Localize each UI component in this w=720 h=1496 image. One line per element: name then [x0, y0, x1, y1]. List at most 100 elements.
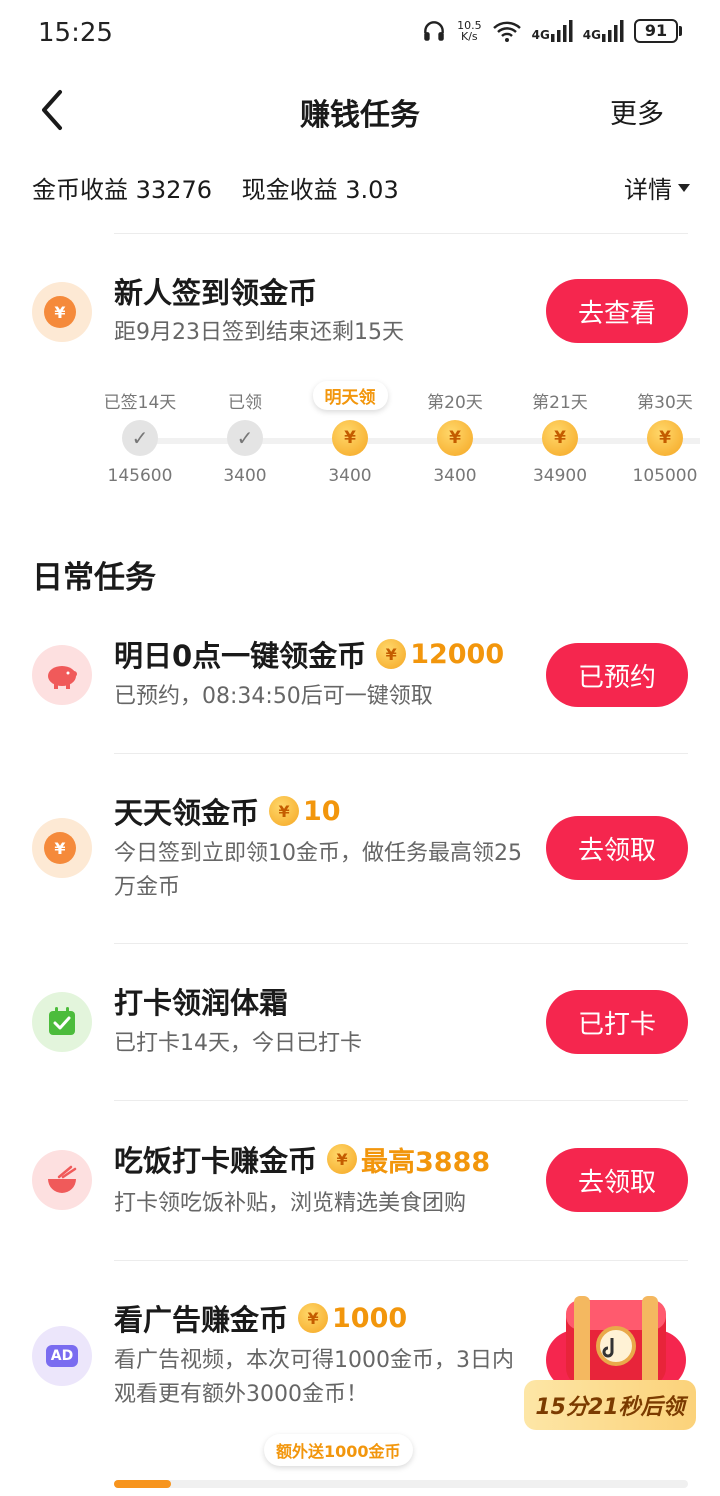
task-title: 看广告赚金币 ¥1000 — [114, 1297, 407, 1339]
reserved-button[interactable]: 已预约 — [546, 643, 688, 707]
claim-button[interactable]: 去领取 — [546, 816, 688, 880]
claim-button[interactable]: 去领取 — [546, 1148, 688, 1212]
view-signin-button[interactable]: 去查看 — [546, 279, 688, 343]
step-reward: 34900 — [532, 466, 588, 486]
signin-icon-wrap: ¥ — [32, 282, 92, 342]
signin-title: 新人签到领金币 — [114, 276, 318, 310]
headphones-icon — [424, 21, 444, 41]
task-title-text: 看广告赚金币 — [114, 1303, 289, 1337]
task-desc: 看广告视频，本次可得1000金币，3日内观看更有额外3000金币！ — [114, 1348, 514, 1407]
reward-tag: ¥12000 — [376, 639, 504, 670]
signin-step: 第21天 ¥34900 — [505, 388, 615, 486]
task-icon-wrap: ¥ — [32, 818, 92, 878]
task-desc: 已预约，08:34:50后可一键领取 — [114, 684, 433, 709]
signin-step: 已领 ✓ 3400 — [190, 388, 300, 486]
cash-earnings-label: 现金收益 — [241, 176, 338, 204]
caret-down-icon — [678, 183, 690, 192]
coin-icon: ¥ — [298, 1303, 329, 1333]
ad-progress-fill — [114, 1480, 172, 1488]
coin-earnings: 金币收益 33276 — [32, 170, 212, 205]
net-speed-unit: K/s — [461, 30, 478, 43]
status-time: 15:25 — [38, 18, 113, 48]
coin-icon: ¥ — [542, 420, 578, 456]
details-dropdown[interactable]: 详情 — [624, 170, 690, 205]
step-reward: 145600 — [107, 466, 173, 486]
coin-icon: ¥ — [437, 420, 473, 456]
divider — [114, 753, 688, 754]
task-title: 吃饭打卡赚金币 ¥ 最高3888 — [114, 1138, 490, 1180]
task-title-text: 吃饭打卡赚金币 — [114, 1144, 318, 1178]
ad-bonus-tooltip: 额外送1000金币 — [264, 1434, 413, 1466]
yuan-coin-icon: ¥ — [44, 832, 76, 864]
task-title-text: 天天领金币 — [114, 796, 260, 830]
battery-level: 91 — [634, 19, 678, 43]
reward-tag: ¥10 — [269, 796, 341, 827]
step-label: 第20天 — [427, 393, 483, 413]
ad-progress-bar — [114, 1480, 688, 1488]
more-button[interactable]: 更多 — [610, 92, 664, 131]
step-label: 第30天 — [637, 393, 693, 413]
task-icon-wrap — [32, 645, 92, 705]
reward-tag: ¥ 最高3888 — [327, 1140, 490, 1179]
ad-icon: AD — [45, 1345, 79, 1367]
task-icon-wrap — [32, 1150, 92, 1210]
signin-step: 已签14天 ✓ 145600 — [85, 388, 195, 486]
calendar-check-icon — [49, 1007, 75, 1035]
signin-step: 第20天 ¥3400 — [400, 388, 510, 486]
check-icon: ✓ — [227, 420, 263, 456]
task-title-text: 打卡领润体霜 — [114, 986, 289, 1020]
battery-icon: 91 — [634, 19, 682, 43]
task-desc: 已打卡14天，今日已打卡 — [114, 1031, 362, 1056]
coin-earnings-value: 33276 — [135, 176, 212, 204]
check-icon: ✓ — [122, 420, 158, 456]
tomorrow-pill: 明天领 — [312, 381, 388, 410]
step-label: 已领 — [228, 393, 262, 413]
divider — [114, 1260, 688, 1261]
step-reward: 3400 — [328, 466, 372, 486]
signin-step: 明天领 ¥3400 — [295, 381, 405, 486]
checked-in-button[interactable]: 已打卡 — [546, 990, 688, 1054]
coin-earnings-label: 金币收益 — [32, 176, 128, 204]
task-icon-wrap: AD — [32, 1326, 92, 1386]
signal-bars-icon — [550, 20, 573, 42]
signin-desc: 距9月23日签到结束还剩15天 — [114, 320, 404, 345]
task-title-text: 明日0点一键领金币 — [114, 639, 367, 673]
step-label: 已签14天 — [103, 393, 177, 413]
divider — [114, 233, 688, 234]
step-label: 第21天 — [532, 393, 588, 413]
yuan-coin-icon: ¥ — [44, 296, 76, 328]
coin-stack-icon: ¥ — [647, 420, 683, 456]
net-speed: 10.5 K/s — [457, 20, 482, 42]
task-desc: 打卡领吃饭补贴，浏览精选美食团购 — [114, 1191, 467, 1216]
task-title: 打卡领润体霜 — [114, 980, 288, 1022]
reward-tag: ¥1000 — [298, 1303, 407, 1334]
task-title: 天天领金币 ¥10 — [114, 790, 341, 832]
coin-icon: ¥ — [332, 420, 368, 456]
reward-amount: 12000 — [410, 638, 505, 670]
coin-icon: ¥ — [327, 1144, 358, 1174]
signal-2-label: 4G — [582, 28, 601, 42]
bowl-icon — [48, 1165, 77, 1193]
cash-earnings: 现金收益 3.03 — [242, 170, 399, 205]
reward-amount: 10 — [303, 795, 341, 827]
details-label: 详情 — [624, 176, 672, 204]
divider — [114, 1100, 688, 1101]
signin-step: 第30天 ¥105000 — [610, 388, 720, 486]
ad-timer-badge: 15分21秒后领 — [524, 1380, 696, 1430]
nav-bar: 赚钱任务 更多 — [0, 70, 720, 148]
step-label: 明天领 — [295, 381, 405, 412]
task-desc: 今日签到立即领10金币，做任务最高领25万金币 — [114, 841, 522, 900]
reward-amount: 1000 — [332, 1302, 408, 1334]
task-icon-wrap — [32, 992, 92, 1052]
status-bar: 15:25 10.5 K/s 4G 4G 91 — [0, 0, 720, 70]
task-title: 明日0点一键领金币 ¥12000 — [114, 633, 504, 675]
reward-amount: 最高3888 — [361, 1146, 491, 1178]
earnings-summary: 金币收益 33276 现金收益 3.03 详情 — [32, 170, 690, 206]
signal-1: 4G — [532, 20, 573, 42]
piggy-bank-icon — [48, 666, 77, 689]
step-reward: 3400 — [223, 466, 267, 486]
coin-icon: ¥ — [376, 639, 407, 669]
wifi-icon — [492, 21, 521, 42]
status-icons: 10.5 K/s 4G 4G 91 — [421, 18, 682, 44]
step-reward: 105000 — [632, 466, 698, 486]
